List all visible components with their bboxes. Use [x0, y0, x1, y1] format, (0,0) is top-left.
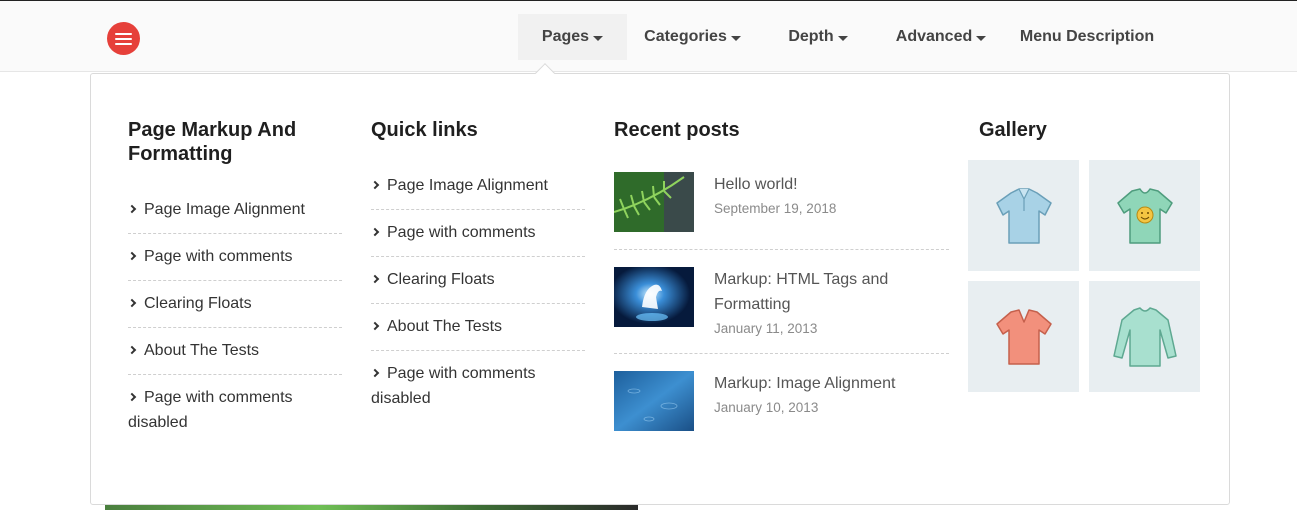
chevron-right-icon — [370, 227, 380, 237]
menu-link[interactable]: About The Tests — [127, 328, 342, 375]
recent-post[interactable]: Hello world! September 19, 2018 — [614, 155, 949, 250]
megamenu-column-markup: Page Markup And Formatting Page Image Al… — [127, 118, 342, 446]
nav-menu-description[interactable]: Menu Description — [1008, 14, 1166, 60]
post-date: January 11, 2013 — [714, 321, 818, 336]
menu-link[interactable]: Page with comments disabled — [370, 351, 585, 422]
gallery-item-green-smiley[interactable] — [1089, 160, 1200, 271]
post-title: Markup: Image Alignment — [714, 375, 896, 392]
chevron-right-icon — [127, 204, 137, 214]
menu-link[interactable]: Page with comments — [370, 210, 585, 257]
post-thumbnail-water — [614, 371, 694, 431]
chevron-right-icon — [370, 180, 380, 190]
menu-link-label: Page with comments — [387, 224, 536, 241]
nav-menu-description-label: Menu Description — [1019, 28, 1155, 45]
menu-link[interactable]: Page Image Alignment — [370, 163, 585, 210]
recent-post[interactable]: Markup: Image Alignment January 10, 2013 — [614, 354, 949, 448]
nav-advanced-label: Advanced — [895, 28, 973, 45]
caret-down-icon — [837, 35, 848, 41]
nav-categories[interactable]: Categories — [630, 14, 755, 60]
chevron-right-icon — [127, 392, 137, 402]
nav-advanced[interactable]: Advanced — [882, 14, 1000, 60]
mint-longsleeve-shirt-icon — [1112, 306, 1177, 367]
gallery-grid — [968, 160, 1200, 392]
coral-vneck-tshirt-icon — [995, 308, 1052, 365]
caret-down-icon — [730, 35, 741, 41]
menu-link-label: About The Tests — [387, 318, 503, 335]
gallery-item-mint-longsleeve[interactable] — [1089, 281, 1200, 392]
caret-down-icon — [593, 35, 604, 41]
nav-depth[interactable]: Depth — [772, 14, 864, 60]
gallery-item-coral-vneck[interactable] — [968, 281, 1079, 392]
gallery-item-blue-polo[interactable] — [968, 160, 1079, 271]
nav-pages[interactable]: Pages — [518, 14, 627, 60]
link-list: Page Image Alignment Page with comments … — [370, 163, 585, 422]
post-thumbnail-fern — [614, 172, 694, 232]
chevron-right-icon — [370, 368, 380, 378]
menu-link[interactable]: Clearing Floats — [370, 257, 585, 304]
nav-pages-label: Pages — [541, 28, 590, 45]
column-heading: Page Markup And Formatting — [128, 119, 297, 165]
chevron-right-icon — [370, 274, 380, 284]
green-smiley-tshirt-icon — [1116, 187, 1173, 244]
mega-menu-dropdown: Page Markup And Formatting Page Image Al… — [90, 73, 1230, 505]
post-date: September 19, 2018 — [714, 201, 837, 216]
menu-link-label: Page with comments — [144, 248, 293, 265]
post-thumbnail-unicorn — [614, 267, 694, 327]
column-heading: Recent posts — [614, 119, 740, 141]
megamenu-column-recent-posts: Recent posts Hello world! September 19, … — [614, 118, 949, 448]
column-heading: Gallery — [979, 119, 1047, 141]
chevron-right-icon — [127, 345, 137, 355]
top-navbar: Pages Categories Depth Advanced Menu Des… — [0, 0, 1297, 72]
menu-link-label: Clearing Floats — [387, 271, 495, 288]
menu-link[interactable]: About The Tests — [370, 304, 585, 351]
nav-categories-label: Categories — [644, 28, 727, 45]
recent-post-list: Hello world! September 19, 2018 Markup: … — [614, 155, 949, 448]
menu-link-label: Clearing Floats — [144, 295, 252, 312]
menu-link[interactable]: Page with comments — [127, 234, 342, 281]
main-nav: Pages Categories Depth Advanced Menu Des… — [518, 14, 1166, 60]
megamenu-column-gallery: Gallery — [968, 118, 1200, 392]
megamenu-column-quick-links: Quick links Page Image Alignment Page wi… — [370, 118, 585, 422]
menu-link-label: Page with comments disabled — [128, 389, 293, 431]
menu-link[interactable]: Page with comments disabled — [127, 375, 342, 446]
menu-link[interactable]: Clearing Floats — [127, 281, 342, 328]
post-title: Hello world! — [714, 176, 798, 193]
post-title: Markup: HTML Tags and Formatting — [714, 271, 889, 313]
chevron-right-icon — [370, 321, 380, 331]
post-date: January 10, 2013 — [714, 400, 819, 415]
menu-link[interactable]: Page Image Alignment — [127, 187, 342, 234]
menu-link-label: About The Tests — [144, 342, 260, 359]
menu-link-label: Page Image Alignment — [144, 201, 305, 218]
blue-polo-shirt-icon — [995, 187, 1052, 244]
link-list: Page Image Alignment Page with comments … — [127, 187, 342, 446]
menu-link-label: Page with comments disabled — [371, 365, 536, 407]
nav-depth-label: Depth — [788, 28, 834, 45]
chevron-right-icon — [127, 298, 137, 308]
column-heading: Quick links — [371, 119, 478, 141]
caret-down-icon — [976, 35, 987, 41]
chevron-right-icon — [127, 251, 137, 261]
menu-link-label: Page Image Alignment — [387, 177, 548, 194]
hamburger-menu-icon[interactable] — [107, 22, 140, 55]
recent-post[interactable]: Markup: HTML Tags and Formatting January… — [614, 250, 949, 354]
